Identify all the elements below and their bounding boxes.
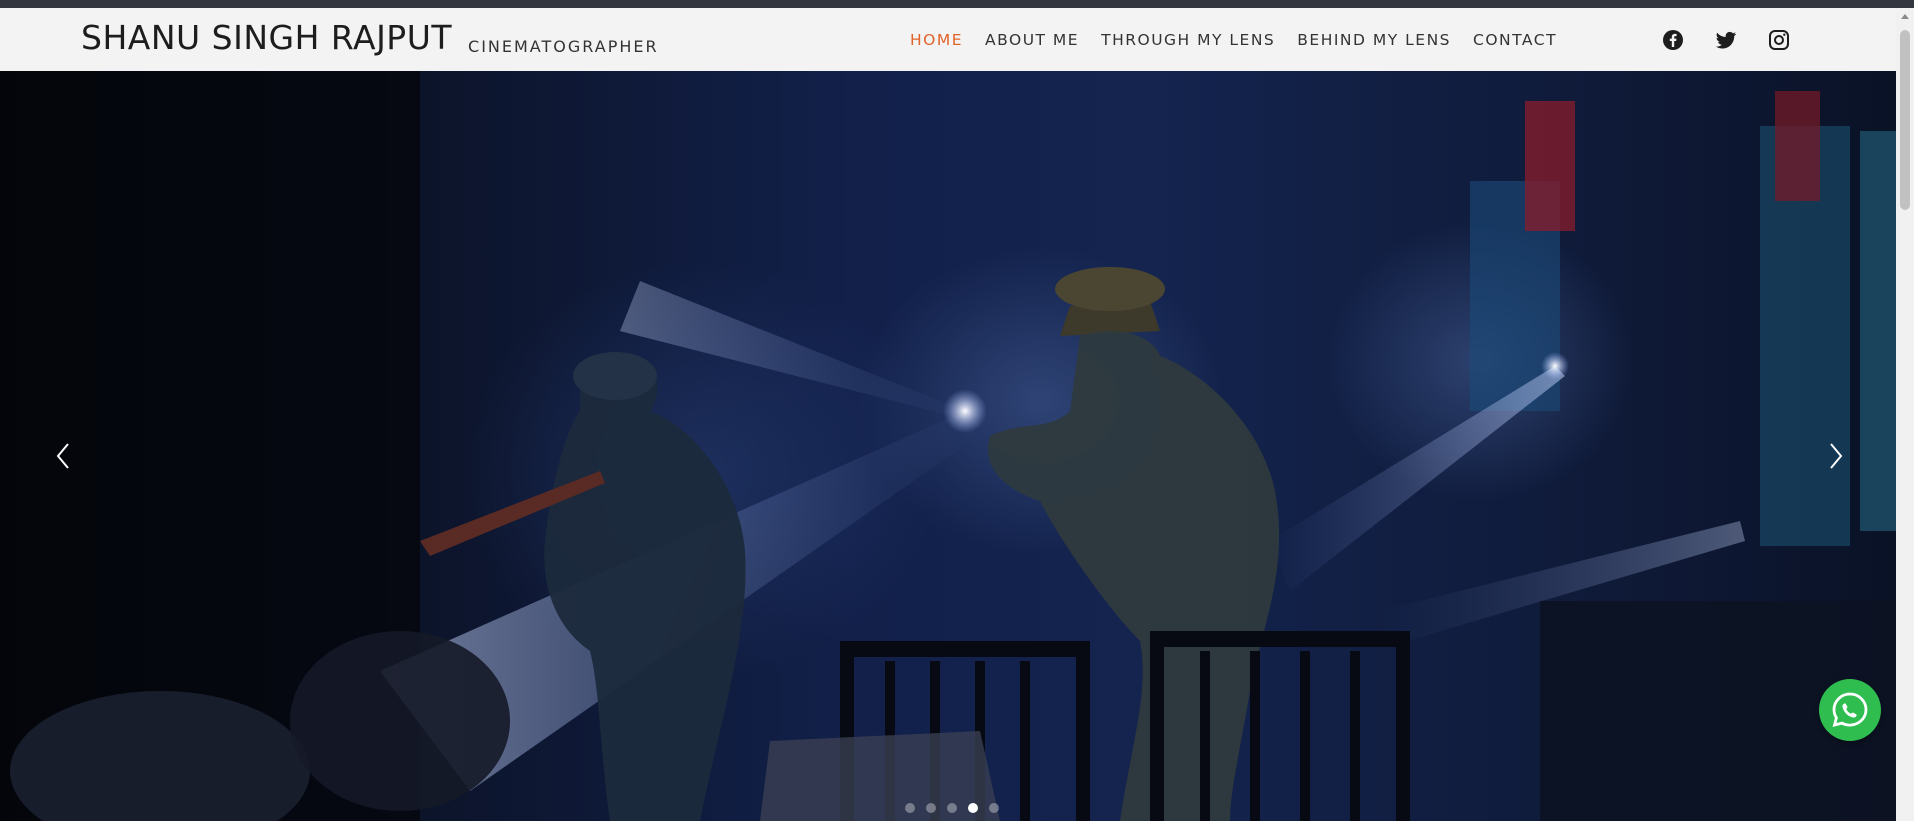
social-links	[1661, 28, 1791, 54]
scrollbar-thumb[interactable]	[1900, 30, 1910, 210]
brand[interactable]: SHANU SINGH RAJPUT CINEMATOGRAPHER	[81, 18, 659, 58]
slider-dot-5[interactable]	[989, 803, 999, 813]
brand-tagline: CINEMATOGRAPHER	[468, 37, 659, 56]
slider-dots	[905, 803, 1010, 813]
nav-contact[interactable]: CONTACT	[1473, 30, 1557, 50]
slider-dot-2[interactable]	[926, 803, 936, 813]
slider-dot-1[interactable]	[905, 803, 915, 813]
browser-top-strip	[0, 0, 1914, 8]
nav-home[interactable]: HOME	[910, 30, 963, 50]
page-scrollbar[interactable]	[1896, 8, 1914, 821]
slider-dot-4[interactable]	[968, 803, 978, 813]
chevron-left-icon[interactable]	[48, 436, 78, 476]
nav-through-my-lens[interactable]: THROUGH MY LENS	[1101, 30, 1275, 50]
whatsapp-icon	[1832, 692, 1868, 727]
site-header: SHANU SINGH RAJPUT CINEMATOGRAPHER HOME …	[0, 8, 1896, 71]
twitter-icon[interactable]	[1714, 28, 1738, 52]
nav-behind-my-lens[interactable]: BEHIND MY LENS	[1297, 30, 1451, 50]
hero-slide-image	[0, 71, 1896, 821]
hero-slider	[0, 71, 1896, 821]
instagram-icon[interactable]	[1767, 28, 1791, 52]
whatsapp-button[interactable]	[1819, 679, 1881, 741]
chevron-right-icon[interactable]	[1821, 436, 1851, 476]
slider-dot-3[interactable]	[947, 803, 957, 813]
scroll-up-arrow[interactable]	[1901, 14, 1909, 19]
facebook-icon[interactable]	[1661, 28, 1685, 52]
nav-about-me[interactable]: ABOUT ME	[985, 30, 1079, 50]
brand-name[interactable]: SHANU SINGH RAJPUT	[81, 18, 452, 58]
main-nav: HOME ABOUT ME THROUGH MY LENS BEHIND MY …	[910, 30, 1579, 50]
